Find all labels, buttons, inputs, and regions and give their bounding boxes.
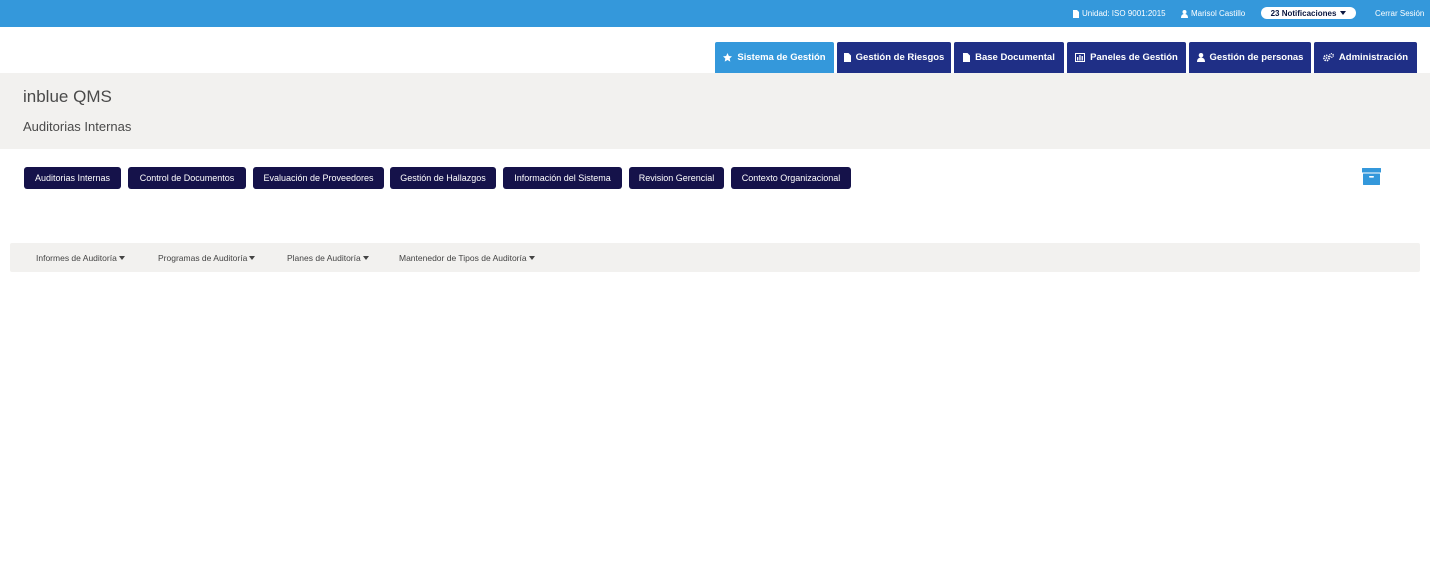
star-icon xyxy=(723,53,733,62)
page-title: Auditorias Internas xyxy=(23,119,132,134)
module-gestion-de-hallazgos[interactable]: Gestión de Hallazgos xyxy=(390,167,496,189)
submenu-label: Planes de Auditoría xyxy=(287,252,361,263)
module-contexto-organizacional[interactable]: Contexto Organizacional xyxy=(731,167,851,189)
nav-tab-paneles-de-gestion[interactable]: Paneles de Gestión xyxy=(1067,42,1186,73)
app-title: inblue QMS xyxy=(23,87,112,106)
nav-tab-label: Administración xyxy=(1338,52,1409,63)
nav-tab-administracion[interactable]: Administración xyxy=(1314,42,1417,73)
nav-tab-gestion-de-riesgos[interactable]: Gestión de Riesgos xyxy=(837,42,951,73)
nav-tab-label: Base Documental xyxy=(975,52,1055,63)
module-evaluacion-de-proveedores[interactable]: Evaluación de Proveedores xyxy=(253,167,384,189)
submenu-label: Informes de Auditoría xyxy=(36,252,117,263)
submenu-informes-de-auditoria[interactable]: Informes de Auditoría xyxy=(36,243,125,272)
module-auditorias-internas[interactable]: Auditorias Internas xyxy=(24,167,121,189)
document-icon xyxy=(843,53,851,62)
submenu-label: Programas de Auditoría xyxy=(158,252,248,263)
nav-tab-gestion-de-personas[interactable]: Gestión de personas xyxy=(1189,42,1311,73)
unit-indicator[interactable]: Unidad: ISO 9001:2015 xyxy=(1073,0,1166,27)
page-header xyxy=(0,73,1430,149)
caret-down-icon xyxy=(1340,11,1347,15)
caret-down-icon xyxy=(528,255,535,260)
notifications-label: 23 Notificaciones xyxy=(1270,8,1337,18)
document-icon xyxy=(1073,9,1079,18)
module-informacion-del-sistema[interactable]: Información del Sistema xyxy=(503,167,622,189)
submenu-mantenedor-de-tipos[interactable]: Mantenedor de Tipos de Auditoría xyxy=(399,243,535,272)
nav-tab-label: Sistema de Gestión xyxy=(737,52,826,63)
logout-link[interactable]: Cerrar Sesión xyxy=(1375,0,1424,27)
caret-down-icon xyxy=(249,255,256,260)
user-indicator[interactable]: Marisol Castillo xyxy=(1181,0,1245,27)
user-icon xyxy=(1196,53,1205,62)
submenu-planes-de-auditoria[interactable]: Planes de Auditoría xyxy=(287,243,369,272)
user-name: Marisol Castillo xyxy=(1191,9,1246,18)
caret-down-icon xyxy=(362,255,369,260)
submenu-label: Mantenedor de Tipos de Auditoría xyxy=(399,252,527,263)
nav-tab-label: Paneles de Gestión xyxy=(1090,52,1178,63)
unit-label: Unidad: ISO 9001:2015 xyxy=(1082,9,1166,18)
caret-down-icon xyxy=(118,255,125,260)
module-revision-gerencial[interactable]: Revision Gerencial xyxy=(629,167,724,189)
submenu-programas-de-auditoria[interactable]: Programas de Auditoría xyxy=(158,243,256,272)
nav-tab-label: Gestión de Riesgos xyxy=(855,52,945,63)
top-bar: Unidad: ISO 9001:2015 Marisol Castillo 2… xyxy=(0,0,1430,27)
module-control-de-documentos[interactable]: Control de Documentos xyxy=(128,167,246,189)
user-icon xyxy=(1181,9,1188,18)
nav-tab-label: Gestión de personas xyxy=(1209,52,1304,63)
bar-chart-icon xyxy=(1075,53,1086,62)
nav-tab-base-documental[interactable]: Base Documental xyxy=(954,42,1064,73)
archive-icon[interactable] xyxy=(1362,168,1381,185)
document-icon xyxy=(963,53,971,62)
gears-icon xyxy=(1323,53,1334,62)
nav-tab-sistema-de-gestion[interactable]: Sistema de Gestión xyxy=(715,42,834,73)
notifications-dropdown[interactable]: 23 Notificaciones xyxy=(1261,7,1356,19)
logout-label: Cerrar Sesión xyxy=(1375,9,1425,18)
